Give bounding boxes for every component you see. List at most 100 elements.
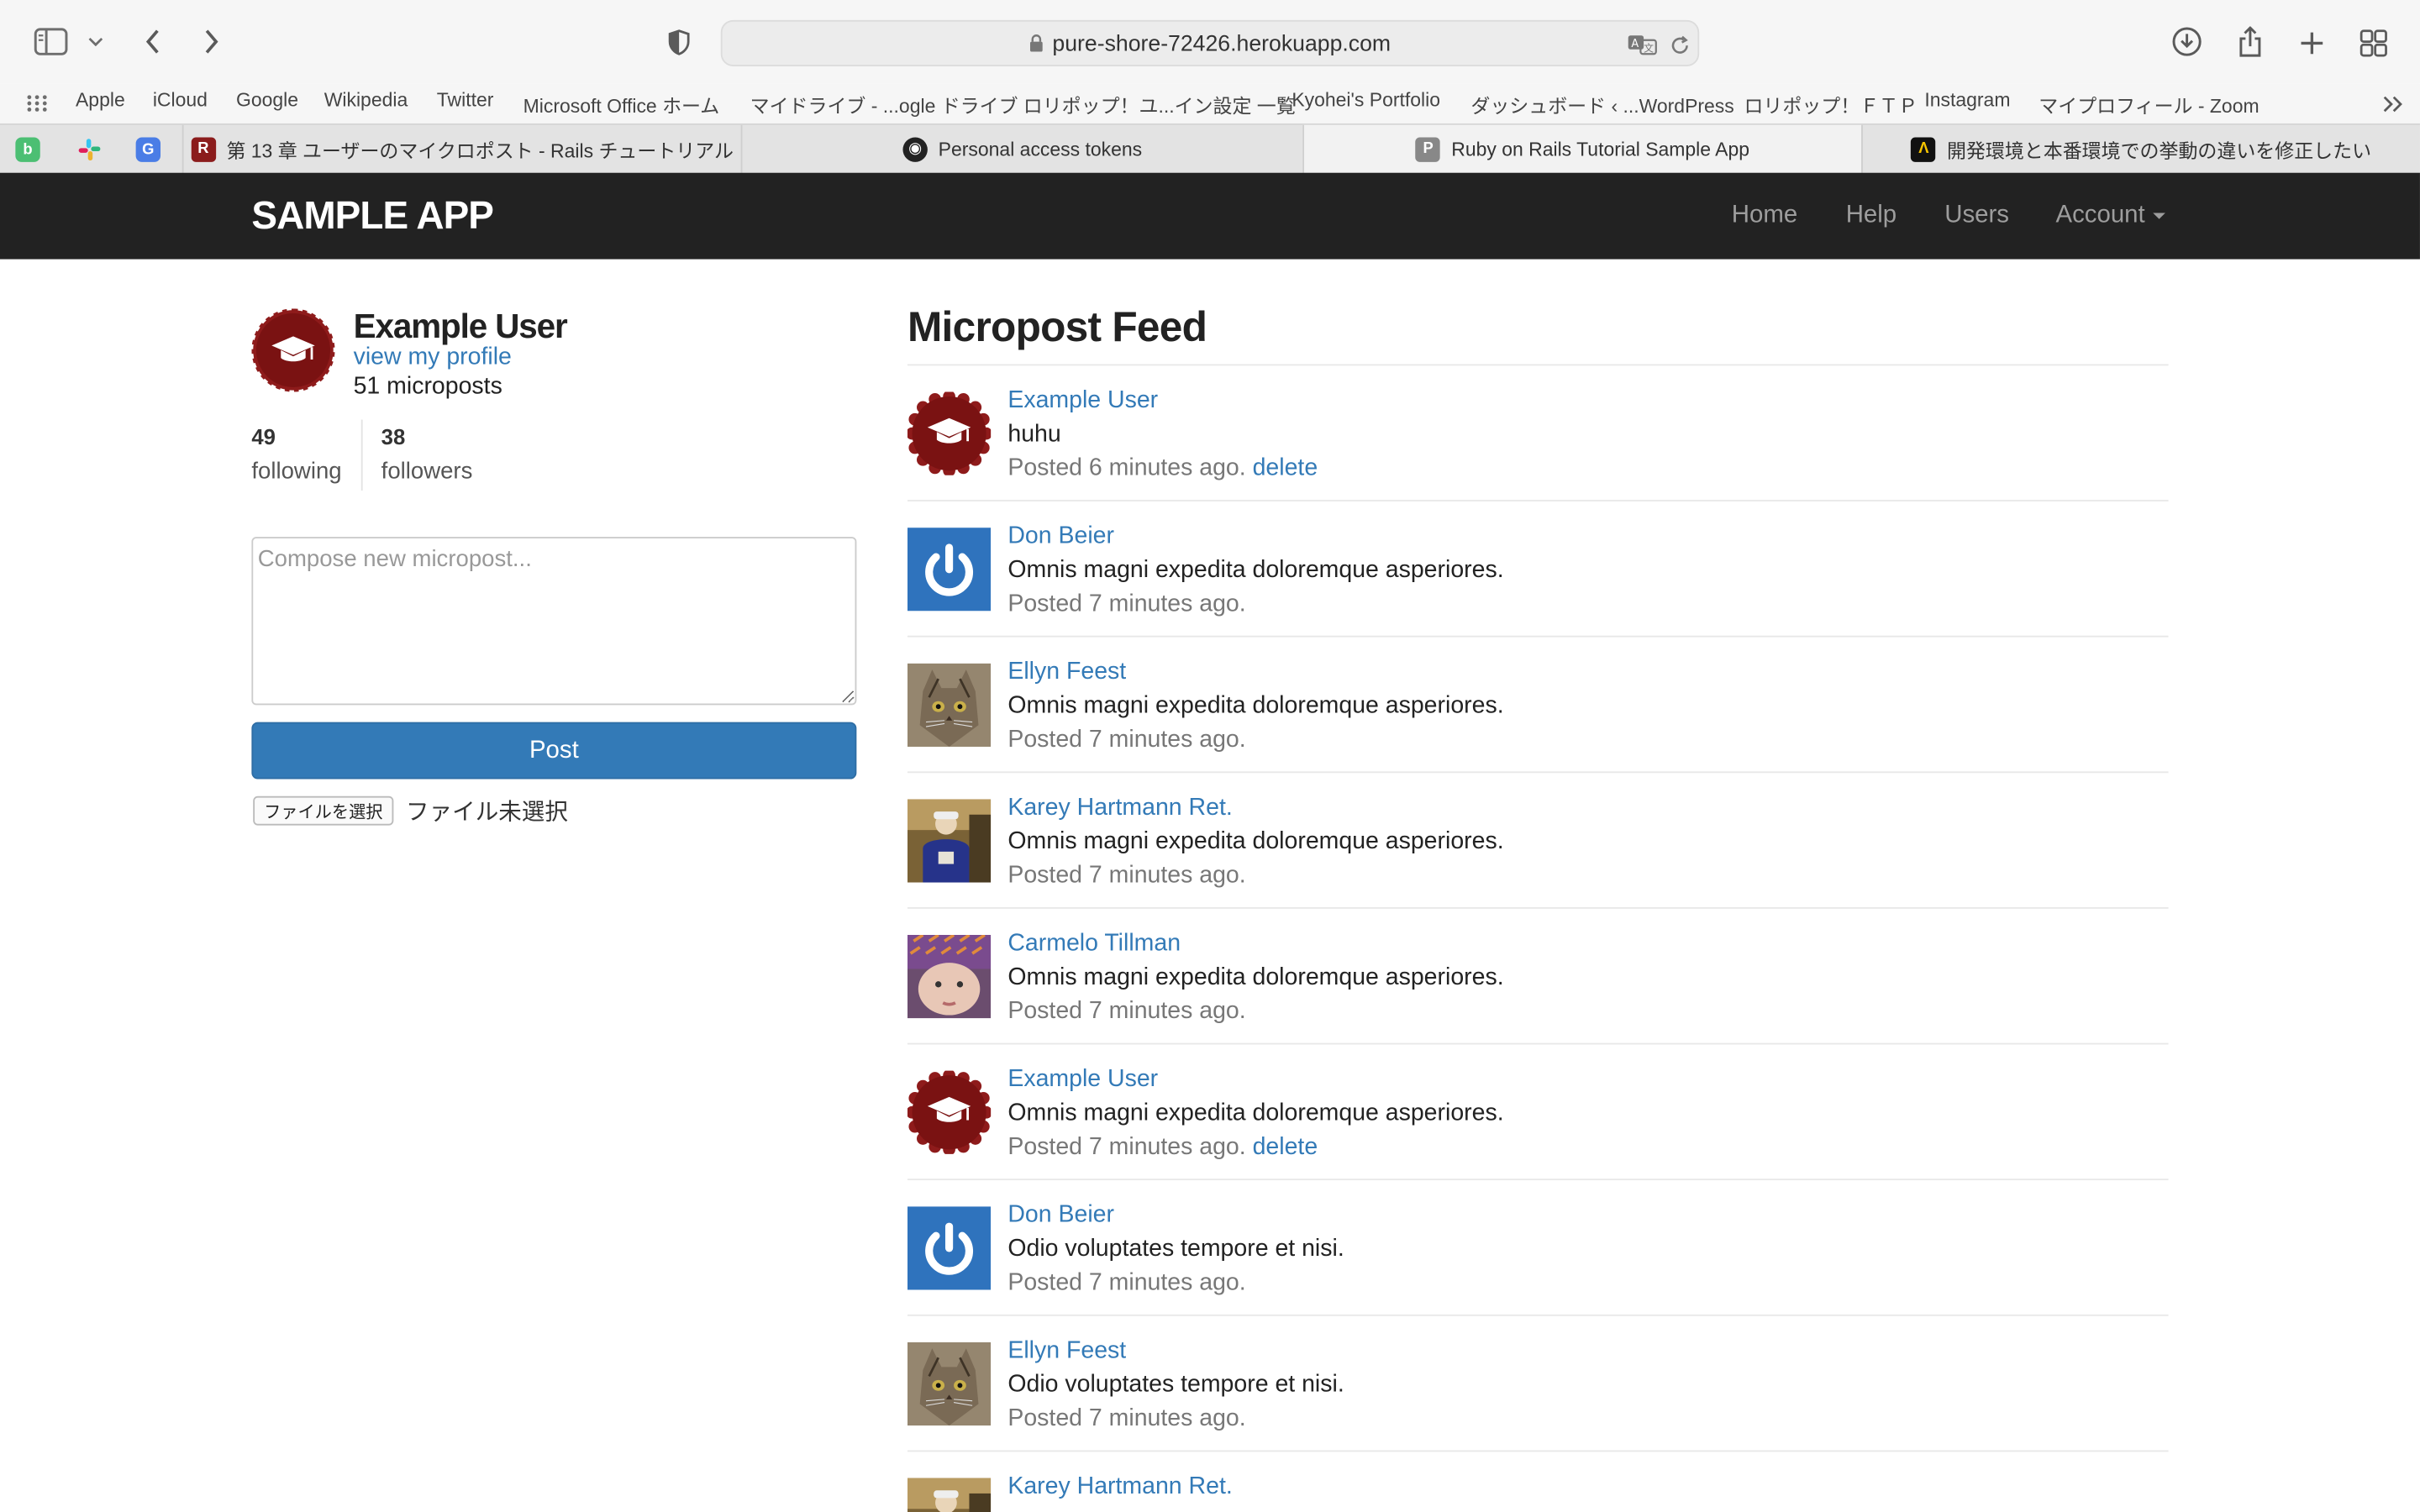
feed-item-content: Omnis magni expedita doloremque asperior… (1007, 963, 1504, 991)
bookmark-lolipop-settings[interactable]: ロリポップ！ユ...イン設定 一覧 (1023, 90, 1296, 119)
user-avatar[interactable] (251, 308, 335, 392)
feed-item-timestamp: Posted 7 minutes ago. (1007, 727, 1245, 754)
tab-sample-app[interactable]: P Ruby on Rails Tutorial Sample App (1302, 124, 1862, 173)
chevron-down-icon[interactable] (87, 31, 105, 53)
back-icon[interactable] (139, 26, 166, 57)
bookmark-icloud[interactable]: iCloud (153, 90, 208, 112)
feed-item-timestamp: Posted 7 minutes ago. (1007, 998, 1245, 1026)
nav-account-label: Account (2055, 202, 2145, 228)
reload-icon[interactable] (1667, 33, 1691, 57)
feed-item-user-link[interactable]: Don Beier (1007, 523, 1114, 551)
nav-users[interactable]: Users (1944, 202, 2009, 230)
following-stat[interactable]: 49 following (251, 419, 363, 491)
privacy-shield-icon[interactable] (666, 26, 693, 57)
feed-item-time-text: Posted 6 minutes ago. (1007, 454, 1246, 482)
tab-dev-prod-issue[interactable]: Λ 開発環境と本番環境での挙動の違いを修正したい (1861, 124, 2420, 173)
feed-item-content: Omnis magni expedita doloremque asperior… (1007, 828, 1504, 855)
feed-item: Karey Hartmann Ret. (907, 1452, 2169, 1512)
feed-item: Don Beier Omnis magni expedita doloremque… (907, 501, 2169, 638)
feed-item-time-text: Posted 7 minutes ago. (1007, 591, 1246, 617)
bookmark-lolipop-ftp[interactable]: ロリポップ！ＦＴＰ (1744, 90, 1918, 119)
feed-item-avatar[interactable] (907, 528, 992, 612)
bookmark-microsoft-office[interactable]: Microsoft Office ホーム (523, 90, 720, 119)
bookmark-google-drive[interactable]: マイドライブ - ...ogle ドライブ (750, 90, 1018, 119)
feed-item-user-link[interactable]: Karey Hartmann Ret. (1007, 795, 1232, 822)
new-tab-icon[interactable] (2296, 28, 2328, 59)
feed-item-avatar[interactable] (907, 799, 992, 883)
bookmarks-bar: Apple iCloud Google Wikipedia Twitter Mi… (0, 83, 2420, 123)
feed-item-user-link[interactable]: Don Beier (1007, 1202, 1114, 1230)
svg-text:文: 文 (1644, 43, 1654, 55)
nav-home[interactable]: Home (1732, 202, 1797, 230)
feed-item-time-text: Posted 7 minutes ago. (1007, 1405, 1246, 1432)
nav-help[interactable]: Help (1846, 202, 1897, 230)
sidebar-toggle-icon[interactable] (34, 26, 68, 57)
feed-item: Example User Omnis magni expedita dolorem… (906, 1044, 2169, 1181)
tab-label: 開発環境と本番環境での挙動の違いを修正したい (1946, 140, 2372, 162)
feed-item-avatar[interactable] (906, 390, 992, 477)
feed-item-avatar[interactable] (906, 1068, 992, 1156)
more-bookmarks-icon[interactable] (2380, 92, 2404, 114)
apps-grid-icon[interactable] (24, 91, 49, 115)
share-icon[interactable] (2235, 24, 2266, 60)
address-bar[interactable]: pure-shore-72426.herokuapp.com A文 (720, 19, 1700, 66)
feed-item-user-link[interactable]: Carmelo Tillman (1007, 931, 1181, 958)
feed-item-avatar[interactable] (907, 933, 992, 1019)
post-button[interactable]: Post (251, 722, 857, 780)
feed-item-user-link[interactable]: Ellyn Feest (1007, 659, 1126, 686)
feed-item-content: Odio voluptates tempore et nisi. (1007, 1236, 1344, 1263)
feed-item-timestamp: Posted 7 minutes ago. (1007, 591, 1245, 618)
bookmark-apple[interactable]: Apple (76, 90, 125, 112)
forward-icon[interactable] (197, 26, 225, 57)
tab-label: Ruby on Rails Tutorial Sample App (1451, 138, 1750, 160)
tab-rails-tutorial[interactable]: R 第 13 章 ユーザーのマイクロポスト - Rails チュートリアル (182, 124, 741, 173)
github-favicon-icon: ◉ (902, 136, 928, 161)
bookmark-zoom-profile[interactable]: マイプロフィール - Zoom (2039, 90, 2259, 119)
pinned-tab-translate-icon[interactable]: G (135, 137, 161, 162)
feed-item: Example User huhu Posted 6 minutes ago. de… (906, 365, 2169, 501)
view-profile-link[interactable]: view my profile (354, 344, 512, 372)
lock-icon (1029, 34, 1044, 58)
app-logo[interactable]: SAMPLE APP (251, 194, 494, 239)
feed-item-user-link[interactable]: Example User (1007, 1066, 1158, 1094)
tab-label: Personal access tokens (938, 138, 1143, 160)
bookmark-google[interactable]: Google (236, 90, 298, 112)
compose-micropost-input[interactable] (251, 537, 857, 706)
choose-file-button[interactable]: ファイルを選択 (253, 795, 394, 826)
feed-item-user-link[interactable]: Example User (1007, 387, 1158, 415)
feed-item-user-link[interactable]: Ellyn Feest (1007, 1337, 1126, 1365)
rails-tutorial-favicon-icon: R (191, 136, 216, 161)
feed-item: Don Beier Odio voluptates tempore et nisi… (907, 1180, 2169, 1316)
followers-stat[interactable]: 38 followers (381, 420, 505, 491)
translate-icon[interactable]: A文 (1625, 31, 1659, 59)
sample-app-favicon-icon: P (1416, 136, 1441, 161)
tab-label: 第 13 章 ユーザーのマイクロポスト - Rails チュートリアル (226, 140, 734, 162)
feed-item-user-link[interactable]: Karey Hartmann Ret. (1007, 1473, 1232, 1501)
svg-text:A: A (1631, 38, 1639, 50)
feed-item: Ellyn Feest Omnis magni expedita doloremq… (907, 638, 2169, 774)
file-status-text: ファイル未選択 (406, 799, 568, 826)
tab-strip: b G R 第 13 章 ユーザーのマイクロポスト - Rails チュートリア… (0, 123, 2420, 173)
delete-link[interactable]: delete (1253, 1134, 1318, 1160)
feed-item-content: Odio voluptates tempore et nisi. (1007, 1371, 1344, 1399)
bookmark-wordpress-dashboard[interactable]: ダッシュボード ‹ ...WordPress (1470, 90, 1733, 119)
following-count: 49 (251, 424, 276, 449)
tab-overview-icon[interactable] (2358, 28, 2389, 59)
bookmark-twitter[interactable]: Twitter (437, 90, 494, 112)
feed-item-avatar[interactable] (907, 1341, 992, 1426)
following-label: following (251, 458, 342, 485)
bookmark-wikipedia[interactable]: Wikipedia (324, 90, 408, 112)
delete-link[interactable]: delete (1253, 455, 1318, 481)
pinned-tab-b-icon[interactable]: b (15, 137, 40, 162)
bookmark-instagram[interactable]: Instagram (1924, 90, 2010, 112)
feed-item-avatar[interactable] (907, 663, 992, 747)
pinned-tab-slack-icon[interactable] (77, 137, 102, 161)
tab-personal-access-tokens[interactable]: ◉ Personal access tokens (740, 124, 1303, 173)
feed-item-avatar[interactable] (907, 1478, 992, 1512)
download-icon[interactable] (2170, 24, 2203, 58)
feed-item-content: Omnis magni expedita doloremque asperior… (1007, 692, 1504, 719)
nav-account-dropdown[interactable]: Account (2055, 202, 2165, 230)
bookmark-portfolio[interactable]: Kyohei's Portfolio (1292, 90, 1440, 112)
feed-item-time-text: Posted 7 minutes ago. (1007, 1269, 1246, 1296)
feed-item-avatar[interactable] (907, 1206, 992, 1290)
